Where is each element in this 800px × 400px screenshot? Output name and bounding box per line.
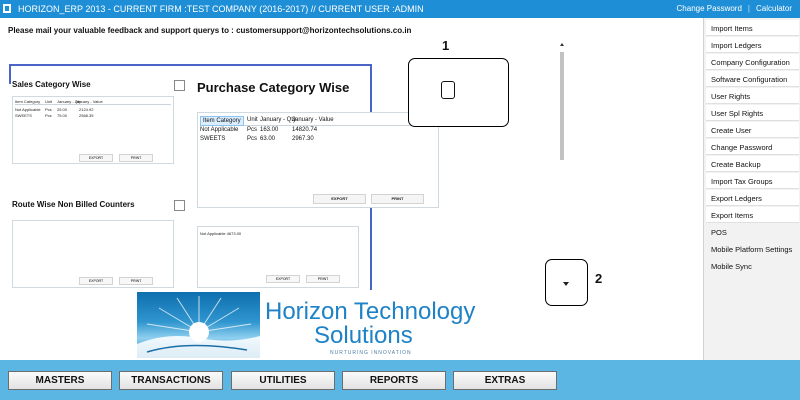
route-wise-panel: EXPORT PRINT — [12, 220, 174, 288]
menu-mobile-sync[interactable]: Mobile Sync — [706, 258, 799, 274]
frame-top-line — [9, 64, 371, 66]
purchase-grid-header: Item Category Unit January - Qty January… — [200, 116, 436, 126]
app-icon — [3, 4, 11, 13]
reports-button[interactable]: REPORTS — [342, 371, 446, 390]
sales-row: SWEETS Pcs 75.00 2568.35 — [15, 113, 171, 119]
small-square-icon[interactable] — [441, 81, 455, 99]
sales-category-title: Sales Category Wise — [12, 80, 91, 89]
sales-export-button[interactable]: EXPORT — [79, 154, 113, 162]
cell: Not Applicable — [15, 107, 41, 112]
menu-user-rights[interactable]: User Rights — [706, 88, 799, 104]
purchase-category-title: Purchase Category Wise — [197, 80, 350, 95]
route-wise-checkbox[interactable] — [174, 200, 185, 211]
menu-create-backup[interactable]: Create Backup — [706, 156, 799, 172]
window-title: HORIZON_ERP 2013 - CURRENT FIRM :TEST CO… — [18, 4, 424, 14]
titlebar-links: Change Password | Calculator — [677, 4, 792, 13]
menu-pos[interactable]: POS — [706, 224, 799, 240]
cell: Not Applicable — [200, 127, 239, 133]
sales-category-panel: Item Category Unit January - Qty January… — [12, 96, 174, 164]
sales-category-checkbox[interactable] — [174, 80, 185, 91]
calculator-link[interactable]: Calculator — [756, 4, 792, 13]
menu-import-items[interactable]: Import Items — [706, 20, 799, 36]
cell: 25.00 — [57, 107, 68, 112]
callout-box-2 — [545, 259, 588, 306]
menu-change-password[interactable]: Change Password — [706, 139, 799, 155]
menu-company-configuration[interactable]: Company Configuration — [706, 54, 799, 70]
sales-header-unit: Unit — [45, 99, 53, 104]
bottom-nav-bar: MASTERS TRANSACTIONS UTILITIES REPORTS E… — [0, 360, 800, 400]
logo-tagline: NURTURING INNOVATION — [330, 350, 412, 356]
cell: Pcs — [45, 113, 52, 118]
utilities-button[interactable]: UTILITIES — [231, 371, 335, 390]
logo-sunrise-image — [137, 292, 260, 358]
cell: SWEETS — [15, 113, 32, 118]
lower-print-button[interactable]: PRINT — [306, 275, 340, 283]
cell: Pcs — [247, 127, 258, 133]
cell: 14820.74 — [292, 127, 318, 133]
purchase-print-button[interactable]: PRINT — [371, 194, 424, 204]
scroll-up-arrow-icon[interactable] — [560, 43, 564, 46]
transactions-button[interactable]: TRANSACTIONS — [119, 371, 223, 390]
scroll-down-arrow-icon[interactable] — [563, 282, 569, 286]
callout-number-2: 2 — [595, 271, 603, 286]
purchase-header-qty[interactable]: January - Qty — [260, 117, 296, 123]
purchase-row: SWEETS Pcs 63.00 2967.30 — [200, 136, 436, 145]
sales-header-category: Item Category — [15, 99, 41, 104]
vertical-scrollbar[interactable] — [558, 40, 566, 288]
purchase-header-value[interactable]: January - Value — [292, 117, 334, 123]
cell: 2568.35 — [79, 113, 94, 118]
logo-text-line2: Solutions — [314, 322, 413, 349]
cell: Pcs — [45, 107, 52, 112]
title-bar: HORIZON_ERP 2013 - CURRENT FIRM :TEST CO… — [0, 0, 800, 18]
cell: 2124.92 — [79, 107, 94, 112]
lower-right-panel: Not Applicable 4673.00 EXPORT PRINT — [197, 226, 359, 288]
sales-grid-header: Item Category Unit January - Qty January… — [15, 99, 171, 105]
purchase-header-category[interactable]: Item Category — [200, 116, 244, 126]
extras-button[interactable]: EXTRAS — [453, 371, 557, 390]
callout-number-1: 1 — [442, 38, 450, 53]
cell: Pcs — [247, 136, 258, 142]
menu-create-user[interactable]: Create User — [706, 122, 799, 138]
callout-box-1 — [408, 58, 509, 127]
frame-left-line — [9, 64, 11, 84]
cell: 75.00 — [57, 113, 68, 118]
purchase-header-unit[interactable]: Unit — [247, 117, 258, 123]
lower-export-button[interactable]: EXPORT — [266, 275, 300, 283]
sales-print-button[interactable]: PRINT — [119, 154, 153, 162]
cell: SWEETS — [200, 136, 226, 142]
feedback-message: Please mail your valuable feedback and s… — [8, 26, 412, 35]
sales-header-value: January - Value — [75, 99, 103, 104]
masters-button[interactable]: MASTERS — [8, 371, 112, 390]
route-print-button[interactable]: PRINT — [119, 277, 153, 285]
menu-software-configuration[interactable]: Software Configuration — [706, 71, 799, 87]
link-separator: | — [747, 4, 750, 13]
menu-export-items[interactable]: Export Items — [706, 207, 799, 223]
menu-export-ledgers[interactable]: Export Ledgers — [706, 190, 799, 206]
cell: 163.00 — [260, 127, 279, 133]
purchase-export-button[interactable]: EXPORT — [313, 194, 366, 204]
scrollbar-thumb[interactable] — [560, 52, 564, 160]
lower-panel-row: Not Applicable 4673.00 — [200, 231, 242, 236]
purchase-row: Not Applicable Pcs 163.00 14820.74 — [200, 127, 436, 136]
menu-import-ledgers[interactable]: Import Ledgers — [706, 37, 799, 53]
company-logo: Horizon Technology Solutions NURTURING I… — [137, 292, 475, 358]
route-wise-title: Route Wise Non Billed Counters — [12, 200, 135, 209]
menu-mobile-platform-settings[interactable]: Mobile Platform Settings — [706, 241, 799, 257]
menu-user-spl-rights[interactable]: User Spl Rights — [706, 105, 799, 121]
menu-import-tax-groups[interactable]: Import Tax Groups — [706, 173, 799, 189]
change-password-link[interactable]: Change Password — [677, 4, 742, 13]
route-export-button[interactable]: EXPORT — [79, 277, 113, 285]
right-menu-panel: Import Items Import Ledgers Company Conf… — [703, 18, 800, 360]
cell: 2967.30 — [292, 136, 314, 142]
cell: 63.00 — [260, 136, 276, 142]
